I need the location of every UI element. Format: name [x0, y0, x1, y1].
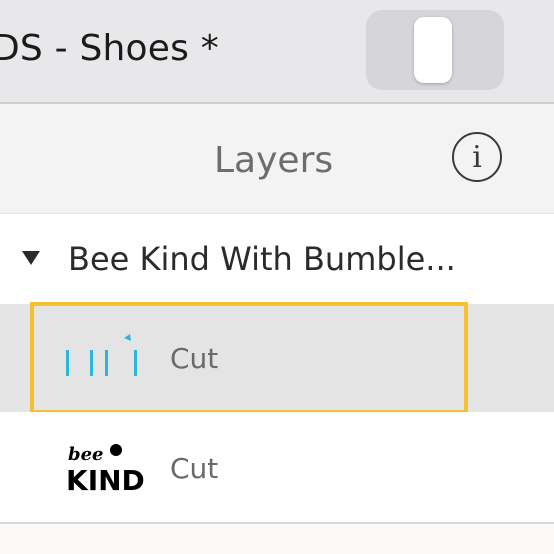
layer-row[interactable]: bee KIND Cut — [0, 412, 554, 524]
layer-operation-label: Cut — [170, 452, 219, 485]
panel-footer — [0, 524, 554, 554]
layers-panel-header: Layers i — [0, 104, 554, 214]
project-title: DS - Shoes * — [0, 28, 219, 69]
thumb-flower — [110, 444, 122, 456]
toggle-knob[interactable] — [414, 17, 452, 83]
selection-highlight — [30, 302, 468, 414]
view-toggle[interactable] — [366, 10, 504, 90]
thumb-text-kind: KIND — [66, 464, 144, 497]
cricut-layers-panel: DS - Shoes * Layers i Bee Kind With Bumb… — [0, 0, 554, 554]
expand-triangle-icon[interactable] — [22, 251, 40, 265]
bee-kind-icon: bee KIND — [66, 444, 144, 497]
info-icon[interactable]: i — [452, 132, 502, 182]
project-header: DS - Shoes * — [0, 0, 554, 104]
info-glyph: i — [472, 139, 482, 175]
layer-group-row[interactable]: Bee Kind With Bumble... — [0, 214, 554, 304]
group-name: Bee Kind With Bumble... — [68, 240, 456, 278]
thumb-text-bee: bee — [68, 444, 104, 465]
layers-title: Layers — [214, 140, 334, 181]
